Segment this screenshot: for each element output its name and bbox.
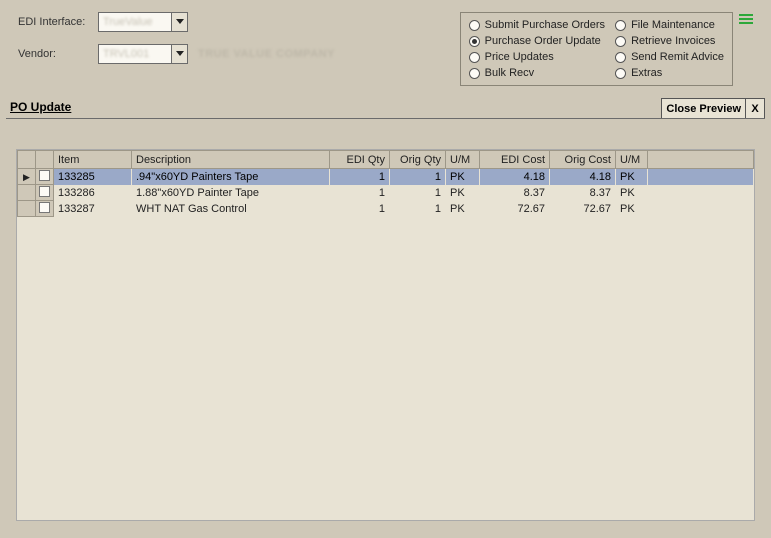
- row-marker: [18, 185, 36, 201]
- status-icon: [739, 12, 753, 26]
- cell-um2: PK: [616, 169, 648, 185]
- vendor-label: Vendor:: [18, 48, 98, 60]
- row-checkbox[interactable]: [36, 201, 54, 217]
- action-radio-group: Submit Purchase Orders Purchase Order Upd…: [460, 12, 733, 86]
- close-x-button[interactable]: X: [745, 98, 765, 118]
- cell-orig-cost: 4.18: [550, 169, 616, 185]
- cell-filler: [648, 201, 754, 217]
- cell-orig-qty: 1: [390, 185, 446, 201]
- col-edi-cost[interactable]: EDI Cost: [480, 151, 550, 169]
- cell-orig-cost: 72.67: [550, 201, 616, 217]
- cell-um2: PK: [616, 201, 648, 217]
- radio-retrieve-invoices[interactable]: Retrieve Invoices: [615, 35, 724, 47]
- cell-desc: WHT NAT Gas Control: [132, 201, 330, 217]
- radio-extras[interactable]: Extras: [615, 67, 724, 79]
- col-orig-qty[interactable]: Orig Qty: [390, 151, 446, 169]
- radio-dot-icon: [615, 52, 626, 63]
- cell-edi-cost: 8.37: [480, 185, 550, 201]
- cell-orig-qty: 1: [390, 169, 446, 185]
- close-preview-button[interactable]: Close Preview: [661, 98, 745, 118]
- cell-item: 133285: [54, 169, 132, 185]
- grid-check-header: [36, 151, 54, 169]
- col-filler: [648, 151, 754, 169]
- radio-label: Retrieve Invoices: [631, 35, 715, 47]
- cell-edi-qty: 1: [330, 201, 390, 217]
- grid-corner: [18, 151, 36, 169]
- po-grid[interactable]: Item Description EDI Qty Orig Qty U/M ED…: [16, 149, 755, 521]
- radio-label: Purchase Order Update: [485, 35, 601, 47]
- col-um2[interactable]: U/M: [616, 151, 648, 169]
- cell-edi-qty: 1: [330, 185, 390, 201]
- chevron-down-icon: [171, 45, 187, 63]
- cell-filler: [648, 185, 754, 201]
- radio-label: Submit Purchase Orders: [485, 19, 605, 31]
- edi-interface-value: TrueValue: [103, 16, 153, 28]
- radio-dot-icon: [615, 20, 626, 31]
- row-marker: ▶: [18, 169, 36, 185]
- radio-dot-icon: [615, 36, 626, 47]
- radio-label: Price Updates: [485, 51, 554, 63]
- radio-dot-icon: [615, 68, 626, 79]
- cell-um1: PK: [446, 185, 480, 201]
- col-item[interactable]: Item: [54, 151, 132, 169]
- cell-edi-cost: 72.67: [480, 201, 550, 217]
- section-title: PO Update: [6, 98, 73, 118]
- radio-price-updates[interactable]: Price Updates: [469, 51, 605, 63]
- cell-um1: PK: [446, 201, 480, 217]
- cell-um1: PK: [446, 169, 480, 185]
- radio-dot-icon: [469, 36, 480, 47]
- vendor-name-text: TRUE VALUE COMPANY: [198, 48, 335, 60]
- table-row[interactable]: 133287WHT NAT Gas Control11PK72.6772.67P…: [18, 201, 754, 217]
- radio-send-remit-advice[interactable]: Send Remit Advice: [615, 51, 724, 63]
- cell-item: 133286: [54, 185, 132, 201]
- vendor-combo[interactable]: TRVL001: [98, 44, 188, 64]
- table-row[interactable]: 1332861.88"x60YD Painter Tape11PK8.378.3…: [18, 185, 754, 201]
- cell-orig-qty: 1: [390, 201, 446, 217]
- col-orig-cost[interactable]: Orig Cost: [550, 151, 616, 169]
- radio-purchase-order-update[interactable]: Purchase Order Update: [469, 35, 605, 47]
- vendor-value: TRVL001: [103, 48, 149, 60]
- radio-dot-icon: [469, 68, 480, 79]
- cell-filler: [648, 169, 754, 185]
- table-row[interactable]: ▶133285.94"x60YD Painters Tape11PK4.184.…: [18, 169, 754, 185]
- radio-dot-icon: [469, 52, 480, 63]
- chevron-down-icon: [171, 13, 187, 31]
- radio-dot-icon: [469, 20, 480, 31]
- cell-desc: 1.88"x60YD Painter Tape: [132, 185, 330, 201]
- row-checkbox[interactable]: [36, 185, 54, 201]
- radio-bulk-recv[interactable]: Bulk Recv: [469, 67, 605, 79]
- cell-um2: PK: [616, 185, 648, 201]
- cell-desc: .94"x60YD Painters Tape: [132, 169, 330, 185]
- cell-item: 133287: [54, 201, 132, 217]
- cell-edi-qty: 1: [330, 169, 390, 185]
- radio-label: Send Remit Advice: [631, 51, 724, 63]
- row-marker: [18, 201, 36, 217]
- radio-label: Bulk Recv: [485, 67, 535, 79]
- col-um1[interactable]: U/M: [446, 151, 480, 169]
- radio-file-maintenance[interactable]: File Maintenance: [615, 19, 724, 31]
- cell-edi-cost: 4.18: [480, 169, 550, 185]
- radio-submit-purchase-orders[interactable]: Submit Purchase Orders: [469, 19, 605, 31]
- col-desc[interactable]: Description: [132, 151, 330, 169]
- edi-interface-combo[interactable]: TrueValue: [98, 12, 188, 32]
- col-edi-qty[interactable]: EDI Qty: [330, 151, 390, 169]
- radio-label: File Maintenance: [631, 19, 715, 31]
- row-checkbox[interactable]: [36, 169, 54, 185]
- radio-label: Extras: [631, 67, 662, 79]
- cell-orig-cost: 8.37: [550, 185, 616, 201]
- edi-interface-label: EDI Interface:: [18, 16, 98, 28]
